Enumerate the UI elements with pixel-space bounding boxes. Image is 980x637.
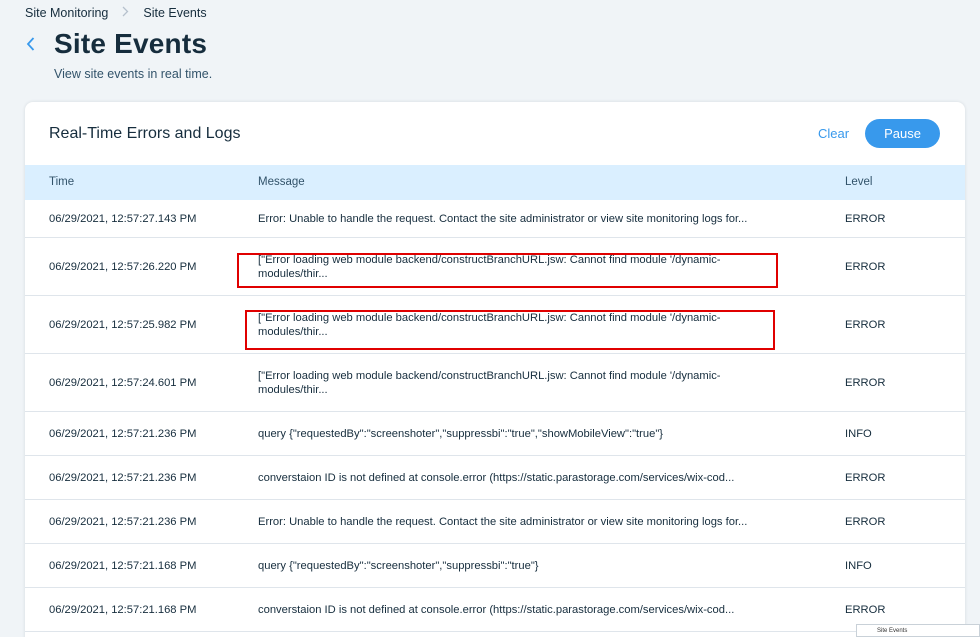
table-row[interactable]: 06/29/2021, 12:57:24.601 PM ["Error load…	[25, 354, 965, 412]
table-row[interactable]: 06/29/2021, 12:57:21.168 PM converstaion…	[25, 588, 965, 632]
row-time: 06/29/2021, 12:57:25.982 PM	[49, 318, 197, 331]
row-level: ERROR	[845, 260, 886, 273]
table-row[interactable]: 06/29/2021, 12:57:25.982 PM ["Error load…	[25, 296, 965, 354]
column-header-level: Level	[845, 176, 873, 188]
column-header-message: Message	[258, 176, 305, 188]
row-level: ERROR	[845, 603, 886, 616]
card-header: Real-Time Errors and Logs Clear Pause	[25, 102, 965, 165]
row-message: query {"requestedBy":"screenshoter","sup…	[258, 559, 539, 572]
row-level: INFO	[845, 559, 872, 572]
row-message: Error: Unable to handle the request. Con…	[258, 515, 748, 528]
row-time: 06/29/2021, 12:57:21.236 PM	[49, 515, 197, 528]
thumbnail-preview[interactable]: Site Events	[856, 624, 980, 637]
column-header-time: Time	[49, 176, 75, 188]
row-time: 06/29/2021, 12:57:26.220 PM	[49, 260, 197, 273]
row-message: converstaion ID is not defined at consol…	[258, 471, 735, 484]
row-level: ERROR	[845, 515, 886, 528]
breadcrumb-parent[interactable]: Site Monitoring	[25, 6, 108, 20]
row-message: Error: Unable to handle the request. Con…	[258, 212, 748, 225]
breadcrumb-current: Site Events	[143, 6, 207, 20]
row-message: ["Error loading web module backend/const…	[258, 369, 721, 396]
row-level: ERROR	[845, 318, 886, 331]
row-time: 06/29/2021, 12:57:21.236 PM	[49, 471, 197, 484]
chevron-right-icon	[122, 6, 129, 20]
table-row[interactable]: 06/29/2021, 12:57:26.220 PM ["Error load…	[25, 238, 965, 296]
table-row[interactable]: 06/29/2021, 12:57:21.236 PM query {"requ…	[25, 412, 965, 456]
row-time: 06/29/2021, 12:57:21.168 PM	[49, 559, 197, 572]
table-row[interactable]: 06/29/2021, 12:57:21.236 PM Error: Unabl…	[25, 500, 965, 544]
row-message: converstaion ID is not defined at consol…	[258, 603, 735, 616]
row-level: ERROR	[845, 212, 886, 225]
card-title: Real-Time Errors and Logs	[49, 125, 241, 142]
row-time: 06/29/2021, 12:57:27.143 PM	[49, 212, 197, 225]
row-message: ["Error loading web module backend/const…	[258, 253, 721, 280]
table-row[interactable]: 06/29/2021, 12:57:21.236 PM converstaion…	[25, 456, 965, 500]
row-time: 06/29/2021, 12:57:21.236 PM	[49, 427, 197, 440]
row-level: ERROR	[845, 471, 886, 484]
table-row[interactable]: 06/29/2021, 12:57:21.168 PM query {"requ…	[25, 544, 965, 588]
thumbnail-label: Site Events	[877, 628, 908, 634]
page-subtitle: View site events in real time.	[54, 67, 213, 81]
chevron-left-icon	[26, 37, 34, 51]
events-card: Real-Time Errors and Logs Clear Pause Ti…	[25, 102, 965, 637]
page-title: Site Events	[54, 28, 208, 59]
clear-button[interactable]: Clear	[818, 126, 849, 141]
breadcrumb: Site Monitoring Site Events	[25, 6, 207, 20]
row-message: query {"requestedBy":"screenshoter","sup…	[258, 427, 664, 440]
pause-button[interactable]: Pause	[865, 119, 940, 148]
row-level: INFO	[845, 427, 872, 440]
row-level: ERROR	[845, 376, 886, 389]
row-message: ["Error loading web module backend/const…	[258, 311, 721, 338]
table-header: Time Message Level	[25, 165, 965, 200]
row-time: 06/29/2021, 12:57:21.168 PM	[49, 603, 197, 616]
back-button[interactable]	[22, 34, 38, 54]
row-time: 06/29/2021, 12:57:24.601 PM	[49, 376, 197, 389]
table-row[interactable]: 06/29/2021, 12:57:27.143 PM Error: Unabl…	[25, 200, 965, 238]
